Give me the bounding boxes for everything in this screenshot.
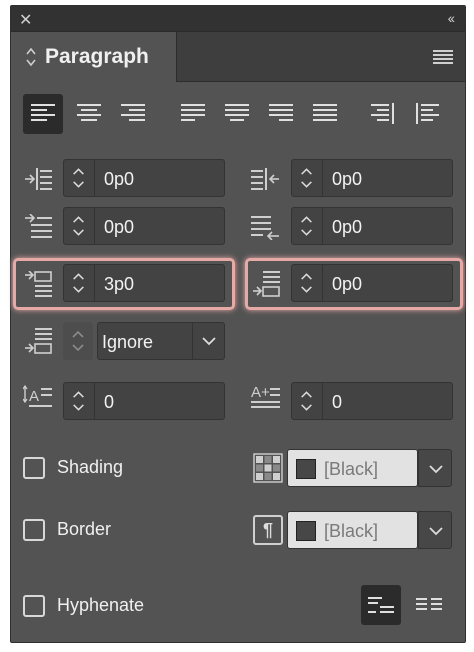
space-after-icon	[253, 271, 280, 297]
first-line-indent-icon	[25, 214, 52, 238]
right-indent-value[interactable]: 0p0	[332, 169, 362, 190]
pilcrow-icon[interactable]: ¶	[253, 515, 283, 545]
shading-checkbox[interactable]	[23, 457, 45, 479]
align-center-button[interactable]	[69, 94, 109, 134]
justify-all-button[interactable]	[305, 94, 345, 134]
justify-right-button[interactable]	[261, 94, 301, 134]
stepper-arrows-icon[interactable]	[64, 383, 95, 419]
collapse-panel-icon[interactable]: ‹‹	[448, 10, 455, 26]
drop-cap-chars-value[interactable]: 0	[332, 392, 342, 413]
panel-menu-icon[interactable]	[433, 50, 453, 64]
align-away-from-spine-icon	[416, 103, 439, 124]
space-before-icon	[25, 271, 52, 297]
last-line-indent-field[interactable]: 0p0	[291, 207, 453, 245]
align-towards-spine-icon	[371, 103, 394, 124]
border-checkbox[interactable]	[23, 519, 45, 541]
align-right-button[interactable]	[113, 94, 153, 134]
align-left-button[interactable]	[23, 94, 63, 134]
shading-grid-icon[interactable]	[253, 453, 283, 483]
stepper-arrows-icon[interactable]	[64, 265, 95, 301]
justify-all-icon	[313, 104, 337, 121]
left-indent-field[interactable]: 0p0	[63, 159, 225, 197]
single-line-composer-icon	[368, 597, 394, 613]
up-down-arrows-icon	[26, 47, 36, 67]
first-line-indent-field[interactable]: 0p0	[63, 207, 225, 245]
stepper-arrows-icon[interactable]	[292, 208, 323, 244]
shading-color-swatch[interactable]: [Black]	[287, 449, 418, 487]
dropdown-caret[interactable]	[192, 323, 224, 359]
justify-left-button[interactable]	[173, 94, 213, 134]
paragraph-composer-button[interactable]	[409, 585, 449, 625]
space-after-field[interactable]: 0p0	[291, 264, 453, 302]
stepper-arrows-icon[interactable]	[292, 265, 323, 301]
drop-cap-chars-field[interactable]: 0	[291, 382, 453, 420]
last-line-indent-icon	[251, 216, 279, 240]
svg-text:A: A	[29, 388, 39, 405]
border-color-swatch[interactable]: [Black]	[287, 511, 418, 549]
stepper-arrows-icon[interactable]	[292, 383, 323, 419]
align-to-grid-dropdown[interactable]: Ignore	[97, 322, 225, 360]
paragraph-composer-icon	[416, 598, 442, 610]
justify-center-icon	[225, 104, 249, 121]
drop-cap-lines-value[interactable]: 0	[104, 392, 114, 413]
align-right-icon	[121, 104, 145, 121]
drop-cap-lines-icon: A	[23, 384, 52, 407]
border-color-dropdown[interactable]	[418, 511, 452, 549]
align-to-grid-icon	[25, 328, 52, 354]
justify-center-button[interactable]	[217, 94, 257, 134]
first-line-indent-value[interactable]: 0p0	[104, 217, 134, 238]
left-indent-icon	[25, 168, 52, 190]
panel-tab-row: Paragraph	[11, 32, 465, 82]
shading-label: Shading	[57, 457, 124, 477]
right-indent-field[interactable]: 0p0	[291, 159, 453, 197]
hyphenate-label: Hyphenate	[57, 595, 145, 615]
drop-cap-chars-icon: A+	[251, 384, 280, 408]
close-icon[interactable]: ✕	[19, 10, 32, 30]
last-line-indent-value[interactable]: 0p0	[332, 217, 362, 238]
border-color-value: [Black]	[324, 521, 379, 541]
shading-color-value: [Black]	[324, 459, 379, 479]
drop-cap-lines-field[interactable]: 0	[63, 382, 225, 420]
svg-text:A+: A+	[251, 384, 270, 401]
stepper-arrows-icon[interactable]	[64, 160, 95, 196]
justify-right-icon	[269, 104, 293, 121]
space-after-value[interactable]: 0p0	[332, 274, 362, 295]
chevron-down-icon	[429, 527, 443, 536]
align-center-icon	[77, 104, 101, 121]
panel-title: Paragraph	[45, 45, 149, 68]
border-label: Border	[57, 519, 112, 539]
align-left-icon	[31, 104, 55, 121]
stepper-arrows-icon[interactable]	[292, 160, 323, 196]
tab-paragraph[interactable]: Paragraph	[11, 32, 177, 82]
panel-title-bar: ✕ ‹‹	[11, 6, 465, 32]
justify-left-icon	[181, 104, 205, 121]
chevron-down-icon	[202, 337, 216, 346]
paragraph-panel: ✕ ‹‹ Paragraph 0p0 0p0 0p0 0p0 3p0 0p0 I…	[10, 5, 466, 643]
left-indent-value[interactable]: 0p0	[104, 169, 134, 190]
stepper-arrows-icon[interactable]	[64, 208, 95, 244]
shading-color-dropdown[interactable]	[418, 449, 452, 487]
hyphenate-checkbox[interactable]	[23, 595, 45, 617]
chevron-down-icon	[429, 465, 443, 474]
single-line-composer-button[interactable]	[361, 585, 401, 625]
right-indent-icon	[251, 168, 279, 190]
disabled-stepper-arrows-icon	[63, 322, 93, 360]
align-away-from-spine-button[interactable]	[407, 94, 447, 134]
align-towards-spine-button[interactable]	[363, 94, 403, 134]
color-chip	[296, 459, 316, 479]
color-chip	[296, 521, 316, 541]
align-to-grid-value: Ignore	[102, 332, 154, 352]
space-before-value[interactable]: 3p0	[104, 274, 134, 295]
space-before-field[interactable]: 3p0	[63, 264, 225, 302]
